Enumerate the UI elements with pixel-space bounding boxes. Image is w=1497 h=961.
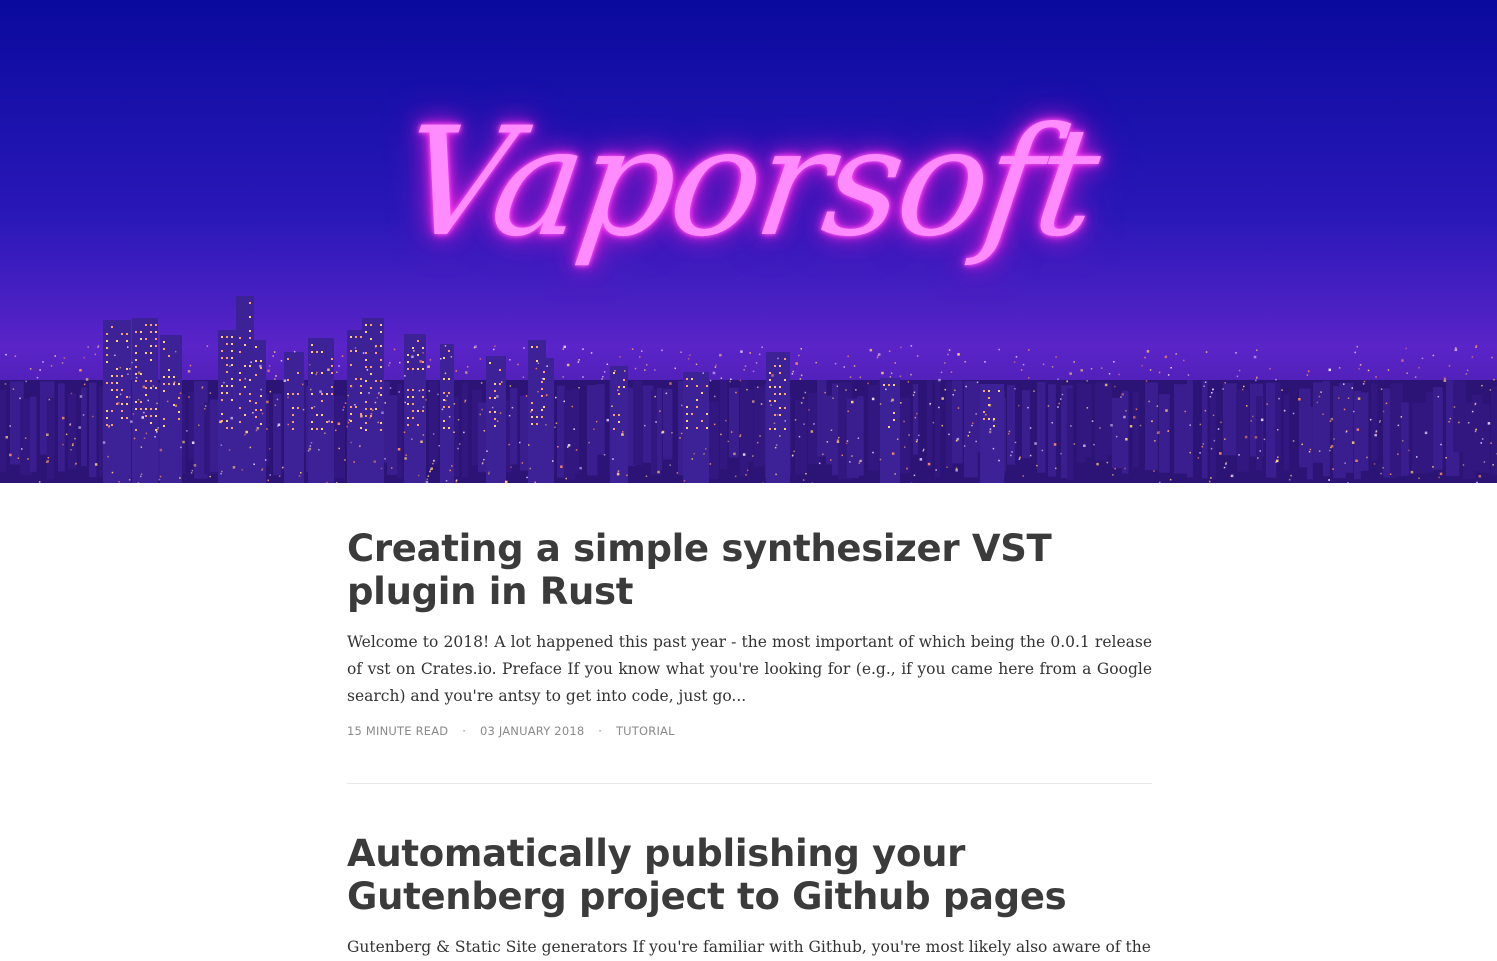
- post-title: Creating a simple synthesizer VST plugin…: [347, 527, 1152, 613]
- post-title-link[interactable]: Creating a simple synthesizer VST plugin…: [347, 527, 1051, 613]
- site-logo[interactable]: Vaporsoft: [0, 108, 1497, 258]
- post-title-link[interactable]: Automatically publishing your Gutenberg …: [347, 832, 1066, 918]
- post-excerpt: Gutenberg & Static Site generators If yo…: [347, 934, 1152, 961]
- post-card: Creating a simple synthesizer VST plugin…: [347, 483, 1152, 783]
- post-excerpt: Welcome to 2018! A lot happened this pas…: [347, 629, 1152, 710]
- post-title: Automatically publishing your Gutenberg …: [347, 832, 1152, 918]
- meta-separator: ·: [462, 724, 466, 738]
- post-list: Creating a simple synthesizer VST plugin…: [347, 483, 1152, 961]
- read-time: 15 MINUTE READ: [347, 724, 448, 738]
- post-category-link[interactable]: TUTORIAL: [616, 724, 675, 738]
- post-meta: 15 MINUTE READ · 03 JANUARY 2018 · TUTOR…: [347, 724, 1152, 783]
- meta-separator: ·: [598, 724, 602, 738]
- post-card: Automatically publishing your Gutenberg …: [347, 783, 1152, 961]
- hero-banner: Vaporsoft: [0, 0, 1497, 483]
- post-date: 03 JANUARY 2018: [480, 724, 584, 738]
